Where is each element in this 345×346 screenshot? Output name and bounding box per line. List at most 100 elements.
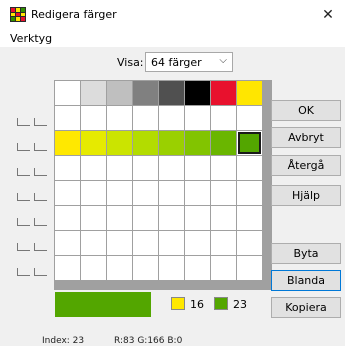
row-marker (17, 266, 47, 276)
status-rgb: R:83 G:166 B:0 (114, 336, 183, 346)
palette-cell[interactable] (133, 206, 158, 230)
palette-cell[interactable] (81, 206, 106, 230)
swap-button[interactable]: Byta (271, 243, 341, 264)
row-marker-right (34, 268, 47, 276)
palette-cell[interactable] (55, 156, 80, 180)
revert-button[interactable]: Återgå (271, 155, 341, 176)
palette-cell[interactable] (55, 81, 80, 105)
palette-cell[interactable] (55, 181, 80, 205)
palette-cell[interactable] (81, 181, 106, 205)
palette-cell[interactable] (133, 181, 158, 205)
palette-cell[interactable] (185, 131, 210, 155)
palette-cell[interactable] (237, 206, 262, 230)
palette-cell[interactable] (107, 81, 132, 105)
to-color-number: 23 (233, 298, 247, 311)
palette-cell[interactable] (107, 206, 132, 230)
palette-cell-selected[interactable] (237, 131, 262, 155)
row-marker-right (34, 168, 47, 176)
palette-cell[interactable] (133, 256, 158, 280)
palette-cell[interactable] (81, 156, 106, 180)
palette-cell[interactable] (81, 231, 106, 255)
palette-cell[interactable] (107, 156, 132, 180)
close-button[interactable]: ✕ (311, 0, 345, 30)
row-marker-left (17, 118, 30, 126)
palette-cell[interactable] (185, 231, 210, 255)
palette-cell[interactable] (185, 106, 210, 130)
ok-button[interactable]: OK (271, 100, 341, 121)
palette-cell[interactable] (133, 106, 158, 130)
palette-cell[interactable] (237, 81, 262, 105)
from-color-swatch (171, 297, 185, 310)
palette-cell[interactable] (159, 231, 184, 255)
palette-cell[interactable] (211, 156, 236, 180)
row-marker-left (17, 143, 30, 151)
edit-colors-window: Redigera färger ✕ Verktyg Visa: 64 färge… (0, 0, 345, 346)
palette-cell[interactable] (211, 81, 236, 105)
title-bar: Redigera färger ✕ (0, 0, 345, 30)
palette-cell[interactable] (185, 206, 210, 230)
palette-cell[interactable] (159, 156, 184, 180)
close-icon: ✕ (322, 7, 334, 23)
visa-label: Visa: (117, 56, 144, 69)
current-color-preview (55, 292, 151, 317)
palette-cell[interactable] (81, 106, 106, 130)
row-marker-left (17, 193, 30, 201)
palette-cell[interactable] (237, 106, 262, 130)
row-marker-left (17, 168, 30, 176)
palette-cell[interactable] (211, 206, 236, 230)
palette-cell[interactable] (55, 231, 80, 255)
palette-cell[interactable] (237, 156, 262, 180)
palette-cell[interactable] (133, 231, 158, 255)
palette-cell[interactable] (237, 231, 262, 255)
copy-button[interactable]: Kopiera (271, 297, 341, 318)
row-marker (17, 191, 47, 201)
palette-cell[interactable] (55, 106, 80, 130)
visa-selected-value: 64 färger (151, 56, 202, 69)
palette-cell[interactable] (55, 131, 80, 155)
palette-cell[interactable] (107, 181, 132, 205)
palette-cell[interactable] (211, 181, 236, 205)
palette-cell[interactable] (55, 206, 80, 230)
palette-cell[interactable] (185, 81, 210, 105)
menu-item-verktyg[interactable]: Verktyg (10, 32, 52, 45)
palette-cell[interactable] (159, 181, 184, 205)
palette-cell[interactable] (159, 131, 184, 155)
row-marker-left (17, 268, 30, 276)
palette-cell[interactable] (211, 256, 236, 280)
palette-cell[interactable] (237, 181, 262, 205)
mix-button[interactable]: Blanda (271, 270, 341, 291)
palette-cell[interactable] (133, 156, 158, 180)
palette-cell[interactable] (55, 256, 80, 280)
palette-cell[interactable] (159, 206, 184, 230)
cancel-button[interactable]: Avbryt (271, 127, 341, 148)
window-title: Redigera färger (31, 8, 117, 21)
palette-app-icon (10, 7, 26, 22)
palette-cell[interactable] (107, 256, 132, 280)
row-marker (17, 166, 47, 176)
row-marker (17, 241, 47, 251)
palette-cell[interactable] (185, 156, 210, 180)
palette-cell[interactable] (81, 81, 106, 105)
palette-cell[interactable] (211, 231, 236, 255)
palette-cell[interactable] (159, 256, 184, 280)
palette-cell[interactable] (107, 106, 132, 130)
palette-cell[interactable] (185, 256, 210, 280)
palette-cell[interactable] (237, 256, 262, 280)
status-index: Index: 23 (42, 336, 85, 346)
palette-cell[interactable] (211, 106, 236, 130)
status-line: Index: 23 R:83 G:166 B:0 (42, 336, 182, 346)
palette-cell[interactable] (81, 256, 106, 280)
palette-cell[interactable] (81, 131, 106, 155)
palette-cell[interactable] (107, 131, 132, 155)
row-marker (17, 216, 47, 226)
palette-cell[interactable] (133, 81, 158, 105)
palette-cell[interactable] (211, 131, 236, 155)
palette-cell[interactable] (185, 181, 210, 205)
help-button[interactable]: Hjälp (271, 185, 341, 206)
palette-cell[interactable] (159, 81, 184, 105)
visa-dropdown[interactable]: 64 färger ⌵ (145, 52, 233, 72)
palette-cell[interactable] (133, 131, 158, 155)
palette-cell[interactable] (107, 231, 132, 255)
palette-cell[interactable] (159, 106, 184, 130)
row-marker (17, 141, 47, 151)
